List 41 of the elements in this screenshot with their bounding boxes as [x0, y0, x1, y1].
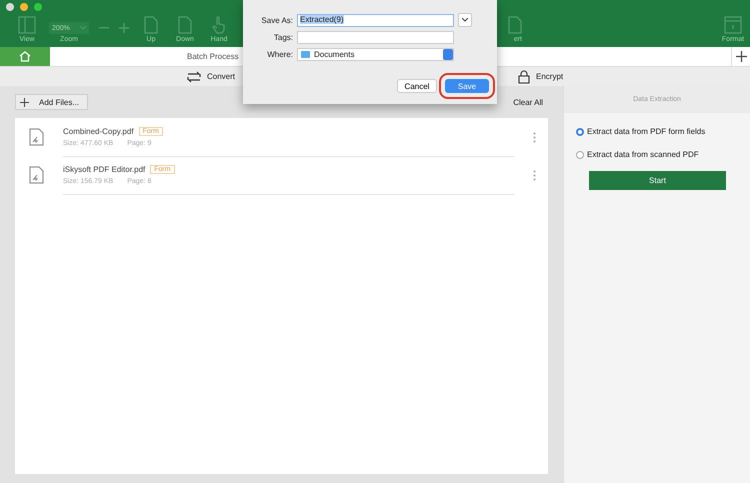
clear-all-button[interactable]: Clear All	[513, 98, 543, 106]
page-icon	[178, 16, 192, 34]
tags-field[interactable]	[297, 31, 454, 44]
zoom-icon[interactable]	[34, 3, 42, 11]
plus-icon[interactable]	[20, 98, 29, 106]
more-icon[interactable]	[533, 170, 536, 180]
add-tab-icon[interactable]	[731, 47, 750, 66]
field-label: Tags:	[272, 33, 293, 42]
cancel-button[interactable]: Cancel	[397, 79, 437, 93]
radio-button[interactable]	[576, 150, 584, 158]
where-select[interactable]: Documents	[297, 48, 454, 61]
pdf-file-icon	[29, 128, 44, 146]
page-icon	[508, 16, 522, 34]
home-icon[interactable]	[19, 51, 31, 62]
add-files-button[interactable]: Add Files...	[15, 94, 88, 110]
panel-icon	[18, 16, 36, 34]
format-icon	[724, 16, 742, 34]
convert-icon	[187, 70, 201, 82]
option-label[interactable]: Extract data from PDF form fields	[587, 127, 706, 136]
minus-icon[interactable]	[99, 27, 109, 29]
radio-button[interactable]	[576, 128, 584, 136]
file-name[interactable]: Combined-Copy.pdf	[63, 126, 134, 136]
operation-label[interactable]: Encrypt	[536, 72, 564, 81]
save-as-field[interactable]: Extracted(9)	[297, 14, 454, 26]
field-label: Save As:	[260, 16, 293, 24]
close-icon[interactable]	[6, 3, 14, 11]
pdf-file-icon	[29, 166, 44, 184]
lock-icon	[518, 70, 530, 84]
option-label[interactable]: Extract data from scanned PDF	[587, 150, 699, 159]
operation-label[interactable]: Convert	[207, 72, 236, 81]
page-icon	[144, 16, 158, 34]
more-icon[interactable]	[533, 132, 536, 142]
tab-title: Batch Process	[186, 52, 239, 61]
file-name[interactable]: iSkysoft PDF Editor.pdf	[63, 164, 146, 174]
folder-icon	[301, 51, 310, 58]
minimize-icon[interactable]	[20, 3, 28, 11]
hand-icon	[212, 16, 226, 34]
home-tab[interactable]	[0, 47, 50, 66]
start-button[interactable]: Start	[589, 171, 726, 190]
expand-icon[interactable]	[458, 13, 472, 27]
field-label: Where:	[266, 50, 293, 59]
